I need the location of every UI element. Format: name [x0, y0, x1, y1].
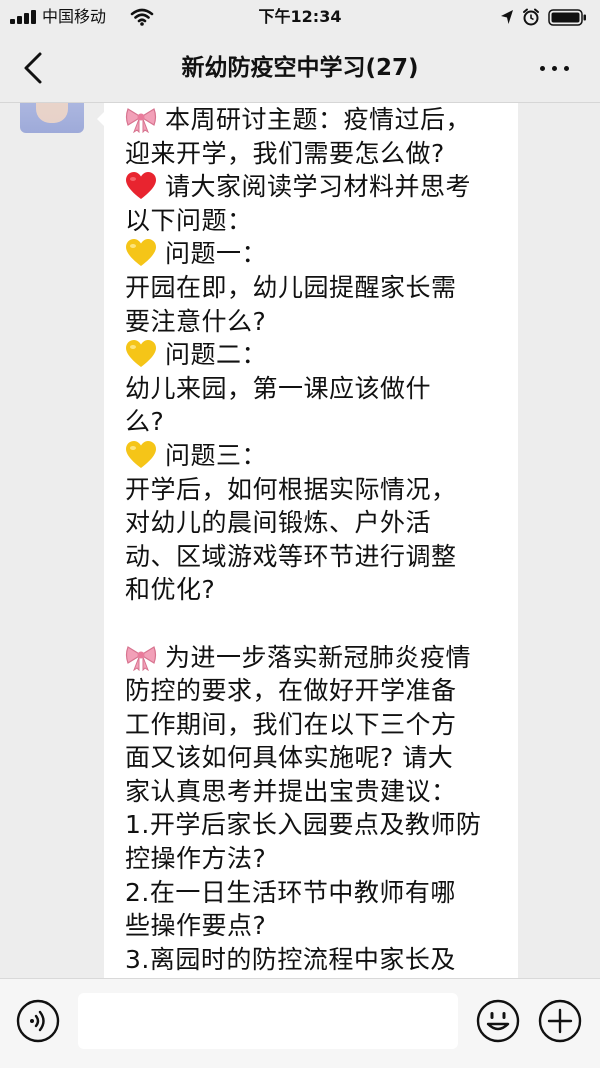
- location-arrow-icon: [501, 10, 513, 24]
- yellow-heart-icon: [125, 440, 157, 469]
- message-line-text: 问题二：: [165, 340, 268, 370]
- back-button[interactable]: [14, 50, 54, 86]
- voice-input-button[interactable]: [16, 999, 60, 1043]
- more-functions-button[interactable]: [538, 999, 582, 1043]
- message-line-text: 和优化?: [125, 575, 216, 605]
- message-line: 防控的要求，在做好开学准备: [125, 674, 505, 708]
- smiley-icon: [476, 999, 520, 1043]
- message-line: 工作期间，我们在以下三个方: [125, 708, 505, 742]
- message-line: 和优化?: [125, 573, 505, 607]
- message-line-text: 1.开学后家长入园要点及教师防: [125, 810, 482, 840]
- message-line-text: 防控的要求，在做好开学准备: [125, 676, 457, 706]
- yellow-heart-icon: [125, 239, 157, 267]
- input-toolbar: [0, 978, 600, 1068]
- message-line: 控操作方法?: [125, 842, 505, 876]
- message-line: 问题三：: [125, 439, 505, 473]
- message-line: 3.离园时的防控流程中家长及: [125, 943, 505, 977]
- bow-icon: [125, 105, 157, 133]
- alarm-clock-icon: [523, 8, 539, 26]
- message-line-text: 家认真思考并提出宝贵建议：: [125, 776, 457, 806]
- message-line-text: 控操作方法?: [125, 844, 267, 874]
- message-line: 本周研讨主题：疫情过后，: [125, 103, 505, 137]
- message-line: 幼儿来园，第一课应该做什: [125, 372, 505, 406]
- sender-avatar[interactable]: [20, 103, 84, 133]
- status-bar: 中国移动 下午12:34: [0, 0, 600, 34]
- more-dots-icon: [540, 66, 545, 71]
- chat-title: 新幼防疫空中学习(27): [181, 55, 419, 81]
- message-line-text: 问题一：: [165, 239, 268, 269]
- message-line-text: 动、区域游戏等环节进行调整: [125, 541, 457, 571]
- message-line: 问题一：: [125, 237, 505, 271]
- chevron-left-icon: [24, 52, 42, 84]
- message-list[interactable]: 本周研讨主题：疫情过后， 迎来开学，我们需要怎么做? 请大家阅读学习材料并思考 以下问…: [0, 103, 600, 978]
- message-line: 请大家阅读学习材料并思考: [125, 170, 505, 204]
- message-line: 对幼儿的晨间锻炼、户外活: [125, 506, 505, 540]
- plus-icon: [538, 999, 582, 1043]
- message-line-text: 迎来开学，我们需要怎么做?: [125, 138, 445, 168]
- message-line-text: 请大家阅读学习材料并思考: [165, 172, 472, 202]
- message-line: 些操作要点?: [125, 909, 505, 943]
- message-text: 本周研讨主题：疫情过后， 迎来开学，我们需要怎么做? 请大家阅读学习材料并思考 以下问…: [125, 103, 505, 976]
- message-line-text: 面又该如何具体实施呢? 请大: [125, 743, 454, 773]
- message-line: 以下问题：: [125, 204, 505, 238]
- message-line: 么?: [125, 405, 505, 439]
- message-line-text: 2.在一日生活环节中教师有哪: [125, 877, 456, 907]
- message-line: 为进一步落实新冠肺炎疫情: [125, 641, 505, 675]
- message-line-text: 对幼儿的晨间锻炼、户外活: [125, 508, 432, 538]
- message-line: 迎来开学，我们需要怎么做?: [125, 137, 505, 171]
- message-line: 开学后，如何根据实际情况，: [125, 473, 505, 507]
- voice-icon: [16, 999, 60, 1043]
- message-line: 开园在即，幼儿园提醒家长需: [125, 271, 505, 305]
- message-line-text: 本周研讨主题：疫情过后，: [165, 105, 472, 134]
- message-line-text: 么?: [125, 407, 165, 437]
- emoji-button[interactable]: [476, 999, 520, 1043]
- message-line-text: 问题三：: [165, 440, 268, 470]
- battery-icon: [548, 9, 586, 26]
- bow-icon: [125, 643, 157, 671]
- message-line-text: 以下问题：: [125, 205, 253, 235]
- more-options-button[interactable]: [532, 54, 576, 82]
- message-line-text: 为进一步落实新冠肺炎疫情: [165, 642, 472, 672]
- message-line: 2.在一日生活环节中教师有哪: [125, 876, 505, 910]
- message-input[interactable]: [78, 993, 458, 1049]
- message-line: 1.开学后家长入园要点及教师防: [125, 808, 505, 842]
- red-heart-icon: [125, 172, 157, 200]
- message-line: 家认真思考并提出宝贵建议：: [125, 775, 505, 809]
- message-line: 面又该如何具体实施呢? 请大: [125, 741, 505, 775]
- message-line-text: 3.离园时的防控流程中家长及: [125, 944, 456, 974]
- message-line-text: 工作期间，我们在以下三个方: [125, 709, 457, 739]
- message-line-text: 些操作要点?: [125, 911, 267, 941]
- message-line-text: 开园在即，幼儿园提醒家长需: [125, 272, 457, 302]
- message-line-text: 幼儿来园，第一课应该做什: [125, 373, 432, 403]
- message-line: 要注意什么?: [125, 305, 505, 339]
- yellow-heart-icon: [125, 340, 157, 368]
- message-line: 动、区域游戏等环节进行调整: [125, 540, 505, 574]
- chat-header: 新幼防疫空中学习(27): [0, 34, 600, 103]
- message-bubble[interactable]: 本周研讨主题：疫情过后， 迎来开学，我们需要怎么做? 请大家阅读学习材料并思考 以下问…: [104, 103, 518, 978]
- message-line-text: 要注意什么?: [125, 306, 267, 336]
- message-line-text: 开学后，如何根据实际情况，: [125, 474, 457, 504]
- message-line: 问题二：: [125, 338, 505, 372]
